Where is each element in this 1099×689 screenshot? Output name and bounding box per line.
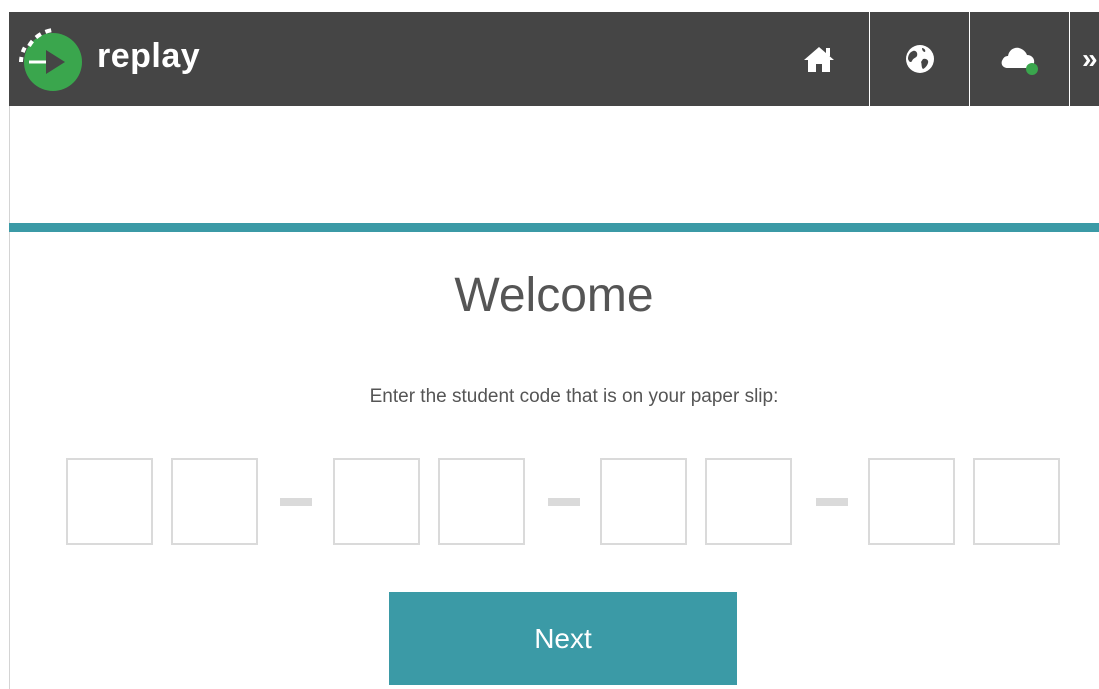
next-button[interactable]: Next: [389, 592, 737, 685]
cloud-sync-button[interactable]: [969, 12, 1069, 106]
code-separator: [816, 498, 848, 506]
code-digit-input[interactable]: [868, 458, 955, 545]
section-divider: [9, 223, 1099, 232]
app-window: replay » Welcome Enter the student code …: [0, 0, 1099, 689]
brand[interactable]: replay: [9, 12, 200, 106]
code-digit-input[interactable]: [333, 458, 420, 545]
home-button[interactable]: [769, 12, 869, 106]
code-digit-input[interactable]: [171, 458, 258, 545]
more-menu-button[interactable]: »: [1069, 12, 1099, 106]
instruction-text: Enter the student code that is on your p…: [369, 386, 779, 407]
page-title: Welcome: [454, 269, 654, 322]
top-navigation-bar: replay »: [9, 12, 1099, 106]
code-separator: [548, 498, 580, 506]
code-digit-input[interactable]: [438, 458, 525, 545]
code-digit-input[interactable]: [973, 458, 1060, 545]
globe-icon: [905, 45, 934, 73]
home-icon: [804, 47, 834, 72]
cloud-status-icon: [1001, 47, 1038, 75]
replay-logo-icon: [19, 28, 82, 91]
code-digit-input[interactable]: [600, 458, 687, 545]
code-digit-input[interactable]: [66, 458, 153, 545]
nav-icon-group: »: [769, 12, 1099, 106]
chevron-double-right-icon: »: [1082, 43, 1098, 74]
code-separator: [280, 498, 312, 506]
window-edge: [0, 0, 9, 689]
brand-name: replay: [97, 36, 201, 75]
code-digit-input[interactable]: [705, 458, 792, 545]
language-button[interactable]: [869, 12, 969, 106]
